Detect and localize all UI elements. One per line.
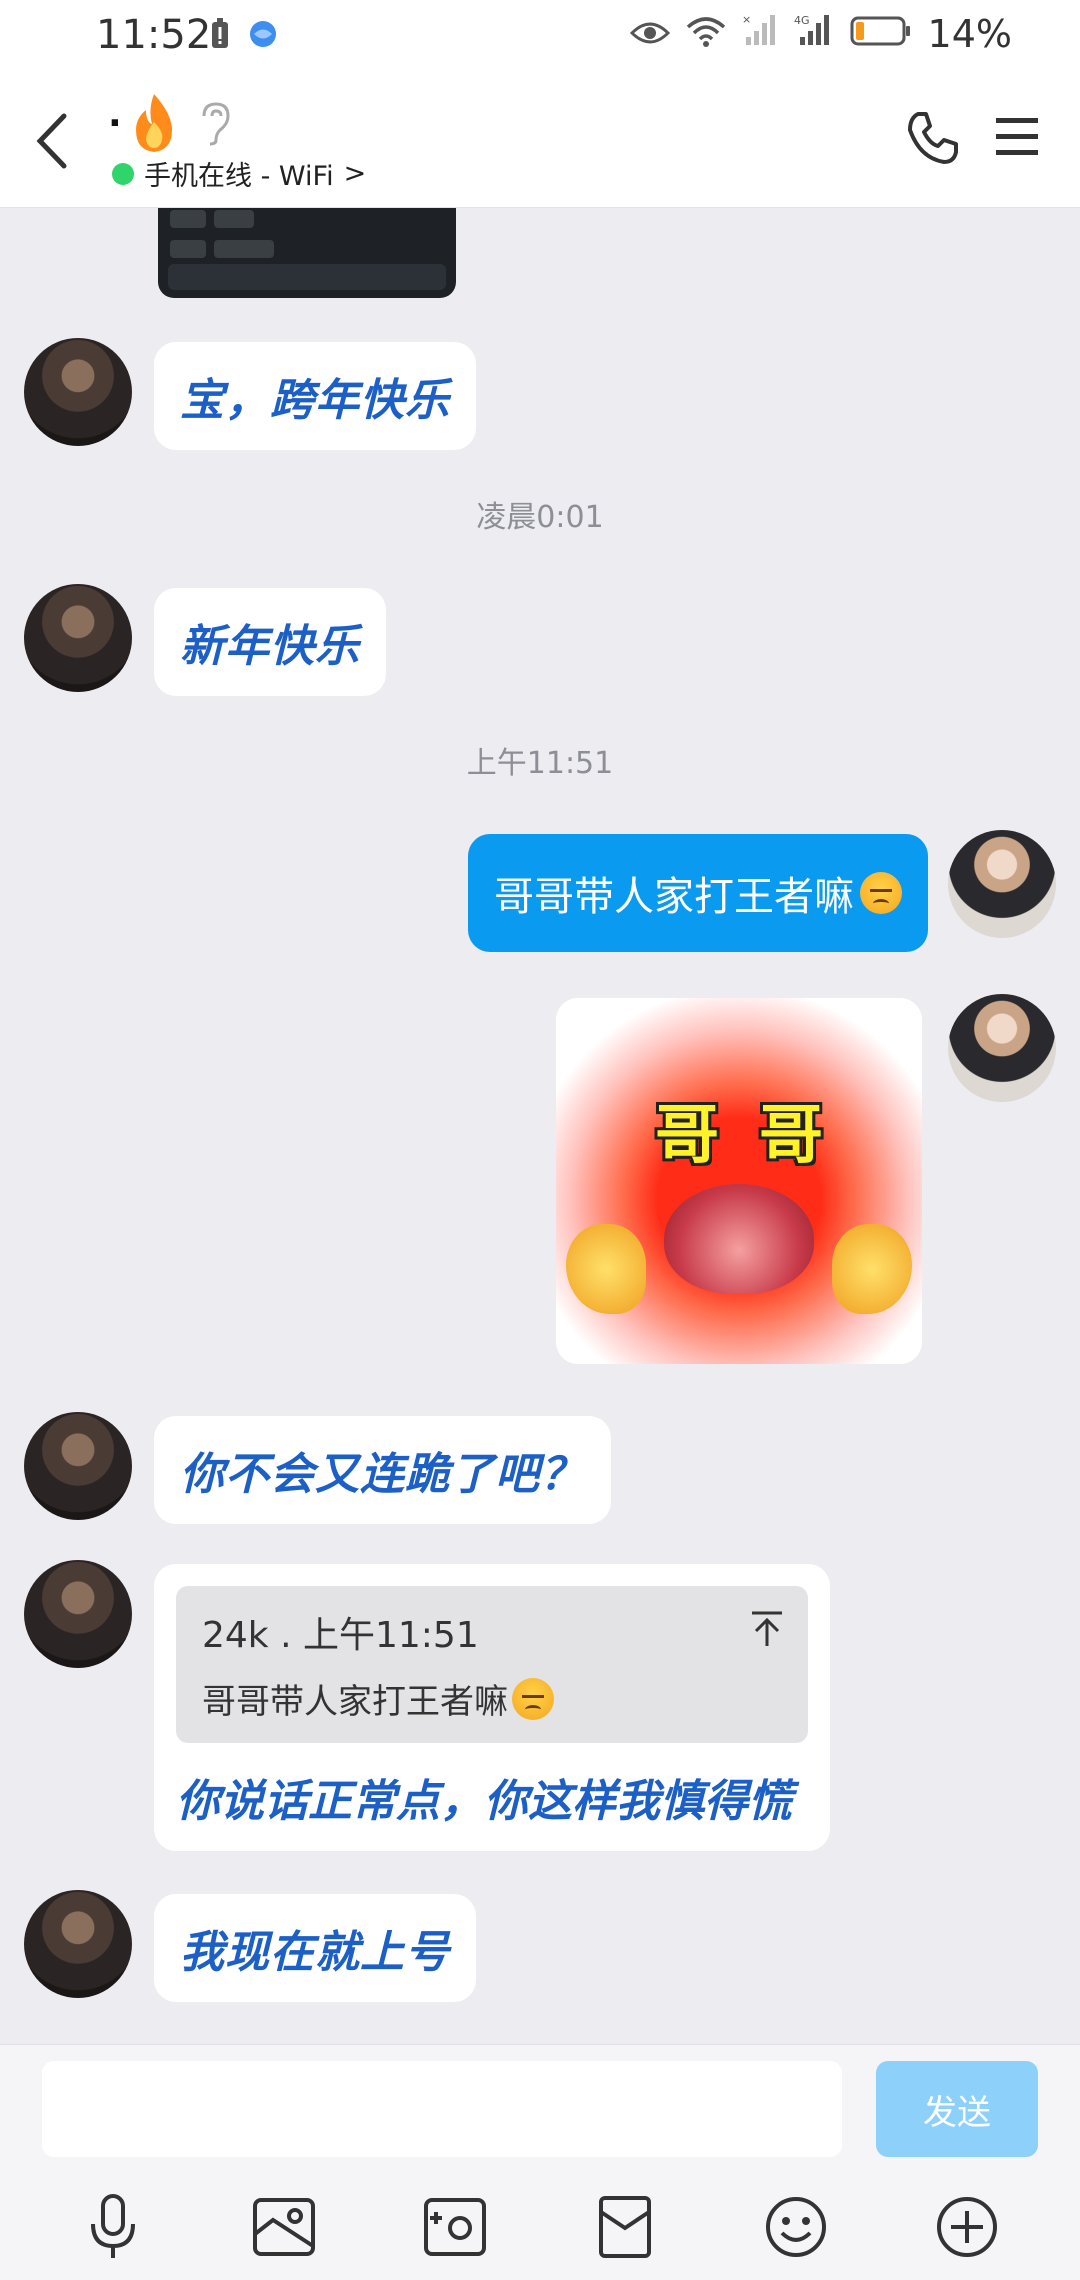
photo-icon [252,2198,315,2256]
emoji-button[interactable] [760,2191,832,2263]
preview-input-bar [168,264,446,290]
preview-line [170,240,206,258]
status-bar: 11:52 × 4G 14% [0,0,1080,76]
unamused-emoji-icon [860,872,902,914]
chevron-right-icon: > [343,158,367,189]
battery-percent: 14% [927,12,1012,56]
svg-text:4G: 4G [794,14,810,27]
status-time: 11:52 [96,12,212,58]
preview-line [214,240,274,258]
contact-avatar[interactable] [24,1412,132,1520]
contact-name[interactable]: . [108,94,122,135]
my-avatar[interactable] [948,994,1056,1102]
message-bubble-incoming[interactable]: 宝，跨年快乐 [154,342,476,450]
signal-4g-icon: 4G [794,12,834,56]
eye-icon [629,12,670,56]
chat-header: . 手机在线 - WiFi > [0,76,1080,208]
message-input[interactable] [42,2061,842,2157]
time-separator: 上午11:51 [466,746,614,781]
battery-alert-icon [210,18,230,54]
status-right: × 4G 14% [629,12,1012,56]
sticker-label: 哥 哥 [556,1084,922,1176]
battery-icon [850,12,912,56]
sticker-mouth [664,1184,814,1294]
message-text: 宝，跨年快乐 [180,375,450,426]
emoji-icon [765,2197,826,2257]
phone-call-button[interactable] [904,110,960,170]
online-status[interactable]: 手机在线 - WiFi > [112,154,366,193]
signal-off-icon: × [742,12,778,56]
sticker-label-left: 哥 [655,1099,719,1173]
send-button[interactable]: 发送 [876,2061,1038,2157]
contact-avatar[interactable] [24,1890,132,1998]
quote-sender: 24k [202,1615,269,1656]
voice-button[interactable] [77,2191,149,2263]
message-text: 我现在就上号 [180,1927,450,1978]
contact-avatar[interactable] [24,1560,132,1668]
quote-time: . 上午11:51 [268,1615,479,1656]
jump-to-quote-icon[interactable] [750,1610,784,1652]
browser-icon [248,19,278,53]
contact-avatar[interactable] [24,584,132,692]
chevron-left-icon [36,113,67,169]
quote-meta: 24k . 上午11:51 [202,1606,782,1658]
hamburger-icon [996,118,1038,155]
time-separator: 凌晨0:01 [476,500,604,535]
message-bubble-reply[interactable]: 24k . 上午11:51 哥哥带人家打王者嘛 你说话正常点，你这样我慎得慌 [154,1564,830,1851]
sticker-message[interactable]: 哥 哥 [556,998,922,1364]
chat-messages[interactable]: 宝，跨年快乐 凌晨0:01 新年快乐 上午11:51 哥哥带人家打王者嘛 哥 哥… [0,208,1080,2044]
contact-avatar[interactable] [24,338,132,446]
message-text: 你说话正常点，你这样我慎得慌 [176,1776,792,1827]
back-button[interactable] [30,106,78,176]
message-bubble-outgoing[interactable]: 哥哥带人家打王者嘛 [468,834,928,952]
message-bubble-incoming[interactable]: 我现在就上号 [154,1894,476,2002]
previous-image-message[interactable] [158,208,456,298]
online-dot [112,162,134,185]
photo-button[interactable] [248,2191,320,2263]
preview-line [214,210,254,228]
sticker-label-right: 哥 [759,1099,823,1173]
ear-icon[interactable] [196,100,232,150]
svg-text:×: × [742,13,751,26]
quote-text-content: 哥哥带人家打王者嘛 [202,1682,508,1722]
microphone-icon [91,2194,136,2258]
menu-button[interactable] [994,116,1040,162]
online-status-text: 手机在线 - WiFi [144,161,334,192]
wifi-icon [686,12,726,56]
unamused-emoji-icon [512,1677,554,1720]
fire-icon[interactable] [128,92,180,158]
camera-button[interactable] [419,2191,491,2263]
phone-icon [908,112,958,164]
quote-text: 哥哥带人家打王者嘛 [202,1674,782,1723]
input-area: 发送 [0,2044,1080,2280]
input-toolbar [0,2187,1080,2267]
message-text: 新年快乐 [180,621,360,672]
plus-icon [936,2197,997,2257]
red-packet-button[interactable] [589,2191,661,2263]
preview-line [170,210,206,228]
quoted-message[interactable]: 24k . 上午11:51 哥哥带人家打王者嘛 [176,1586,808,1743]
status-left-icons [210,18,278,54]
red-packet-icon [599,2196,652,2258]
message-bubble-incoming[interactable]: 新年快乐 [154,588,386,696]
message-bubble-incoming[interactable]: 你不会又连跪了吧？ [154,1416,611,1524]
message-text: 哥哥带人家打王者嘛 [494,874,854,920]
camera-icon [423,2198,486,2256]
message-text: 你不会又连跪了吧？ [180,1449,585,1500]
my-avatar[interactable] [948,830,1056,938]
more-button[interactable] [931,2191,1003,2263]
